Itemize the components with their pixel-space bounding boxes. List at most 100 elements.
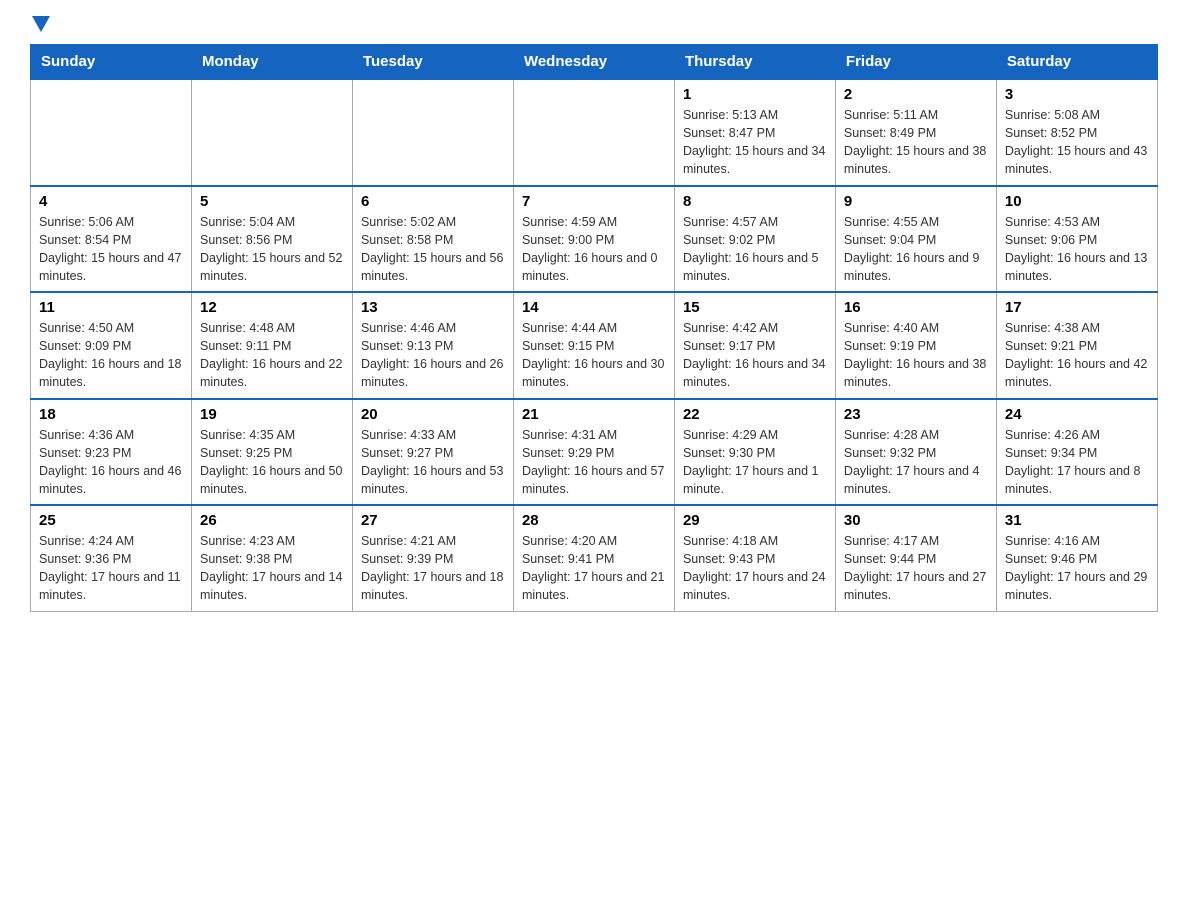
day-info: Sunrise: 4:17 AM Sunset: 9:44 PM Dayligh…	[844, 532, 988, 605]
day-info: Sunrise: 4:53 AM Sunset: 9:06 PM Dayligh…	[1005, 213, 1149, 286]
day-info: Sunrise: 5:04 AM Sunset: 8:56 PM Dayligh…	[200, 213, 344, 286]
calendar-cell	[352, 79, 513, 186]
calendar-cell: 30 Sunrise: 4:17 AM Sunset: 9:44 PM Dayli…	[835, 505, 996, 611]
weekday-header-wednesday: Wednesday	[513, 45, 674, 80]
day-number: 23	[844, 406, 988, 423]
day-number: 20	[361, 406, 505, 423]
calendar-cell: 21 Sunrise: 4:31 AM Sunset: 9:29 PM Dayli…	[513, 399, 674, 506]
weekday-header-thursday: Thursday	[674, 45, 835, 80]
day-info: Sunrise: 4:26 AM Sunset: 9:34 PM Dayligh…	[1005, 426, 1149, 499]
calendar-cell: 23 Sunrise: 4:28 AM Sunset: 9:32 PM Dayli…	[835, 399, 996, 506]
calendar-cell: 20 Sunrise: 4:33 AM Sunset: 9:27 PM Dayli…	[352, 399, 513, 506]
day-info: Sunrise: 4:35 AM Sunset: 9:25 PM Dayligh…	[200, 426, 344, 499]
day-number: 18	[39, 406, 183, 423]
day-number: 14	[522, 299, 666, 316]
calendar-cell: 7 Sunrise: 4:59 AM Sunset: 9:00 PM Daylig…	[513, 186, 674, 293]
day-number: 11	[39, 299, 183, 316]
calendar-cell: 2Sunrise: 5:11 AM Sunset: 8:49 PM Daylig…	[835, 79, 996, 186]
day-number: 8	[683, 193, 827, 210]
calendar-cell: 16 Sunrise: 4:40 AM Sunset: 9:19 PM Dayli…	[835, 292, 996, 399]
day-number: 13	[361, 299, 505, 316]
calendar-cell: 9 Sunrise: 4:55 AM Sunset: 9:04 PM Daylig…	[835, 186, 996, 293]
day-number: 6	[361, 193, 505, 210]
day-info: Sunrise: 4:20 AM Sunset: 9:41 PM Dayligh…	[522, 532, 666, 605]
day-number: 28	[522, 512, 666, 529]
calendar-week-row: 18Sunrise: 4:36 AM Sunset: 9:23 PM Dayli…	[31, 399, 1158, 506]
calendar-cell: 11 Sunrise: 4:50 AM Sunset: 9:09 PM Dayli…	[31, 292, 192, 399]
calendar-week-row: 11 Sunrise: 4:50 AM Sunset: 9:09 PM Dayli…	[31, 292, 1158, 399]
day-info: Sunrise: 5:13 AM Sunset: 8:47 PM Dayligh…	[683, 106, 827, 179]
weekday-header-friday: Friday	[835, 45, 996, 80]
day-number: 31	[1005, 512, 1149, 529]
day-number: 21	[522, 406, 666, 423]
day-number: 1	[683, 86, 827, 103]
weekday-header-monday: Monday	[191, 45, 352, 80]
day-info: Sunrise: 4:40 AM Sunset: 9:19 PM Dayligh…	[844, 319, 988, 392]
day-info: Sunrise: 4:55 AM Sunset: 9:04 PM Dayligh…	[844, 213, 988, 286]
weekday-header-tuesday: Tuesday	[352, 45, 513, 80]
day-number: 30	[844, 512, 988, 529]
calendar-week-row: 4 Sunrise: 5:06 AM Sunset: 8:54 PM Daylig…	[31, 186, 1158, 293]
day-info: Sunrise: 4:31 AM Sunset: 9:29 PM Dayligh…	[522, 426, 666, 499]
calendar-cell: 8 Sunrise: 4:57 AM Sunset: 9:02 PM Daylig…	[674, 186, 835, 293]
day-number: 29	[683, 512, 827, 529]
calendar-week-row: 1 Sunrise: 5:13 AM Sunset: 8:47 PM Daylig…	[31, 79, 1158, 186]
day-number: 16	[844, 299, 988, 316]
calendar-cell	[191, 79, 352, 186]
day-number: 10	[1005, 193, 1149, 210]
day-info: Sunrise: 4:23 AM Sunset: 9:38 PM Dayligh…	[200, 532, 344, 605]
calendar-cell: 19Sunrise: 4:35 AM Sunset: 9:25 PM Dayli…	[191, 399, 352, 506]
day-number: 15	[683, 299, 827, 316]
page-header	[30, 20, 1158, 28]
calendar-cell: 12 Sunrise: 4:48 AM Sunset: 9:11 PM Dayli…	[191, 292, 352, 399]
weekday-header-sunday: Sunday	[31, 45, 192, 80]
day-number: 22	[683, 406, 827, 423]
calendar-cell: 4 Sunrise: 5:06 AM Sunset: 8:54 PM Daylig…	[31, 186, 192, 293]
day-info: Sunrise: 4:44 AM Sunset: 9:15 PM Dayligh…	[522, 319, 666, 392]
day-number: 27	[361, 512, 505, 529]
calendar-cell: 6 Sunrise: 5:02 AM Sunset: 8:58 PM Daylig…	[352, 186, 513, 293]
calendar-cell: 27 Sunrise: 4:21 AM Sunset: 9:39 PM Dayli…	[352, 505, 513, 611]
day-number: 17	[1005, 299, 1149, 316]
day-info: Sunrise: 4:21 AM Sunset: 9:39 PM Dayligh…	[361, 532, 505, 605]
day-info: Sunrise: 4:24 AM Sunset: 9:36 PM Dayligh…	[39, 532, 183, 605]
day-info: Sunrise: 4:50 AM Sunset: 9:09 PM Dayligh…	[39, 319, 183, 392]
calendar-cell: 5 Sunrise: 5:04 AM Sunset: 8:56 PM Daylig…	[191, 186, 352, 293]
day-info: Sunrise: 5:02 AM Sunset: 8:58 PM Dayligh…	[361, 213, 505, 286]
calendar-cell: 22 Sunrise: 4:29 AM Sunset: 9:30 PM Dayli…	[674, 399, 835, 506]
day-info: Sunrise: 4:33 AM Sunset: 9:27 PM Dayligh…	[361, 426, 505, 499]
day-number: 4	[39, 193, 183, 210]
day-number: 9	[844, 193, 988, 210]
calendar-cell	[513, 79, 674, 186]
day-info: Sunrise: 4:38 AM Sunset: 9:21 PM Dayligh…	[1005, 319, 1149, 392]
day-info: Sunrise: 4:18 AM Sunset: 9:43 PM Dayligh…	[683, 532, 827, 605]
weekday-header-row: SundayMondayTuesdayWednesdayThursdayFrid…	[31, 45, 1158, 80]
calendar-cell: 24 Sunrise: 4:26 AM Sunset: 9:34 PM Dayli…	[996, 399, 1157, 506]
day-number: 25	[39, 512, 183, 529]
day-number: 24	[1005, 406, 1149, 423]
day-info: Sunrise: 4:48 AM Sunset: 9:11 PM Dayligh…	[200, 319, 344, 392]
calendar-table: SundayMondayTuesdayWednesdayThursdayFrid…	[30, 44, 1158, 612]
day-info: Sunrise: 5:08 AM Sunset: 8:52 PM Dayligh…	[1005, 106, 1149, 179]
day-info: Sunrise: 4:57 AM Sunset: 9:02 PM Dayligh…	[683, 213, 827, 286]
day-info: Sunrise: 4:28 AM Sunset: 9:32 PM Dayligh…	[844, 426, 988, 499]
day-info: Sunrise: 4:59 AM Sunset: 9:00 PM Dayligh…	[522, 213, 666, 286]
calendar-cell: 17 Sunrise: 4:38 AM Sunset: 9:21 PM Dayli…	[996, 292, 1157, 399]
day-number: 7	[522, 193, 666, 210]
calendar-cell: 29 Sunrise: 4:18 AM Sunset: 9:43 PM Dayli…	[674, 505, 835, 611]
calendar-cell: 25 Sunrise: 4:24 AM Sunset: 9:36 PM Dayli…	[31, 505, 192, 611]
calendar-week-row: 25 Sunrise: 4:24 AM Sunset: 9:36 PM Dayli…	[31, 505, 1158, 611]
calendar-cell: 18Sunrise: 4:36 AM Sunset: 9:23 PM Dayli…	[31, 399, 192, 506]
calendar-cell: 1 Sunrise: 5:13 AM Sunset: 8:47 PM Daylig…	[674, 79, 835, 186]
day-number: 12	[200, 299, 344, 316]
calendar-cell: 13Sunrise: 4:46 AM Sunset: 9:13 PM Dayli…	[352, 292, 513, 399]
day-number: 5	[200, 193, 344, 210]
calendar-cell: 10 Sunrise: 4:53 AM Sunset: 9:06 PM Dayli…	[996, 186, 1157, 293]
weekday-header-saturday: Saturday	[996, 45, 1157, 80]
day-info: Sunrise: 5:06 AM Sunset: 8:54 PM Dayligh…	[39, 213, 183, 286]
calendar-cell: 31Sunrise: 4:16 AM Sunset: 9:46 PM Dayli…	[996, 505, 1157, 611]
day-info: Sunrise: 4:29 AM Sunset: 9:30 PM Dayligh…	[683, 426, 827, 499]
day-number: 3	[1005, 86, 1149, 103]
calendar-cell: 26Sunrise: 4:23 AM Sunset: 9:38 PM Dayli…	[191, 505, 352, 611]
calendar-cell: 14 Sunrise: 4:44 AM Sunset: 9:15 PM Dayli…	[513, 292, 674, 399]
